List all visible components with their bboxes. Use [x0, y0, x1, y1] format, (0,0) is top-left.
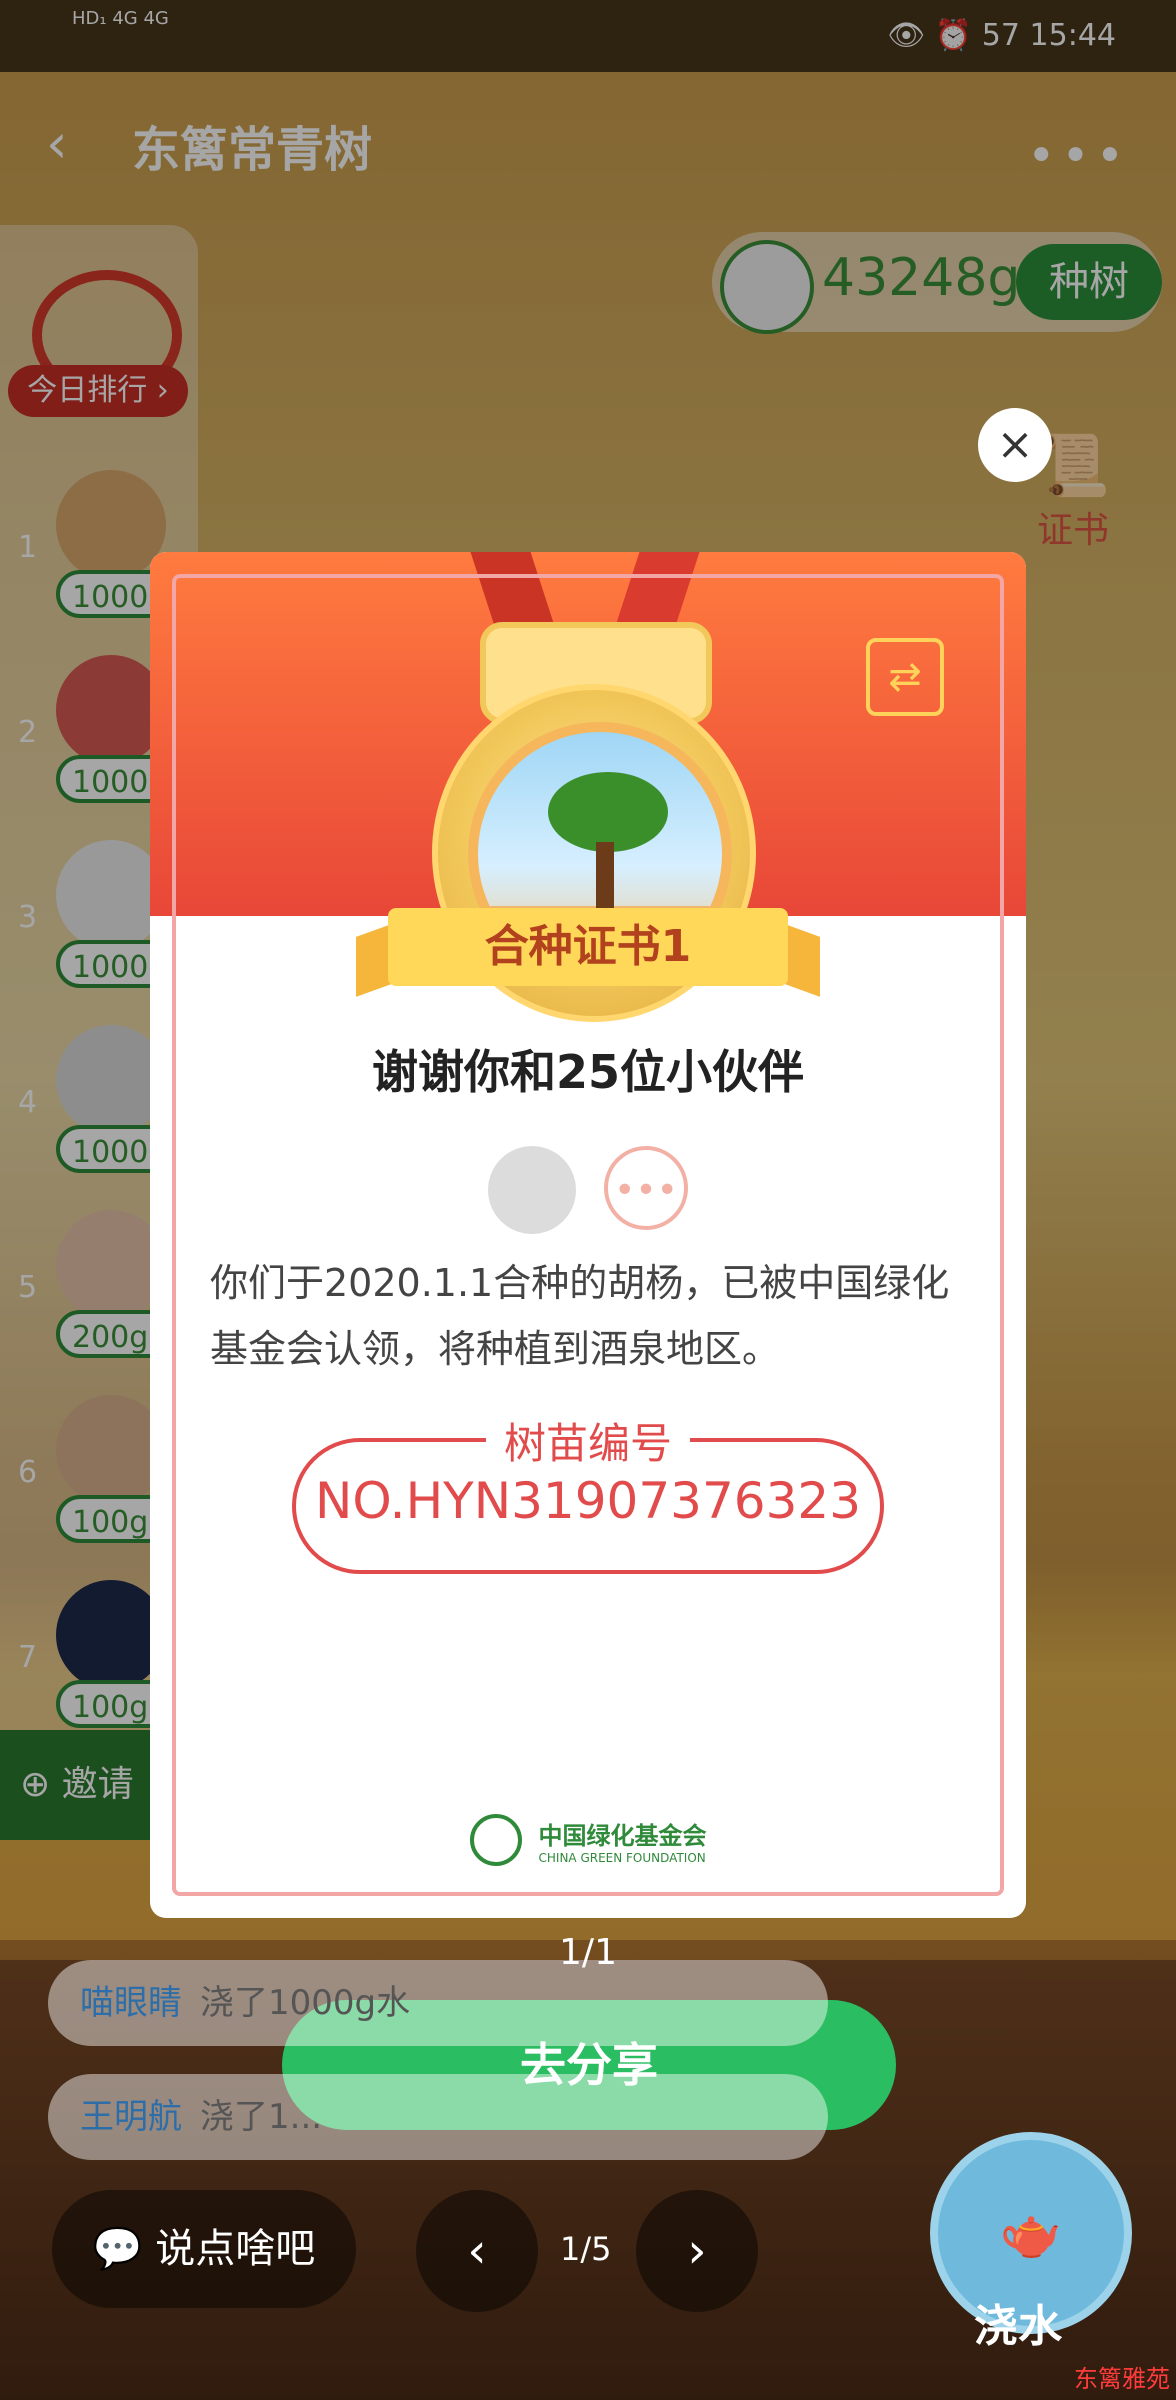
chat-placeholder: 说点啥吧: [155, 2226, 316, 2272]
message-user[interactable]: 王明航: [80, 2097, 182, 2137]
certificate-card: 合种证书1 ⇄ 谢谢你和25位小伙伴 ••• 你们于2020.1.1合种的胡杨，…: [150, 552, 1026, 1918]
partner-avatars: •••: [150, 1146, 1026, 1236]
watermark: 东篱雅苑: [1074, 2365, 1170, 2393]
tree-trunk: [596, 842, 614, 912]
message-text: 浇了1000g水: [200, 1983, 411, 2023]
chat-input-button[interactable]: 💬 说点啥吧: [52, 2190, 356, 2308]
message-text: 浇了1...: [200, 2097, 323, 2137]
tree-icon: [548, 772, 668, 852]
seedling-code: NO.HYN31907376323: [314, 1472, 862, 1530]
switch-icon[interactable]: ⇄: [866, 638, 944, 716]
water-button-label: 浇水: [974, 2301, 1062, 2352]
prev-page-button[interactable]: ‹: [416, 2190, 538, 2312]
foundation-text: 中国绿化基金会 CHINA GREEN FOUNDATION: [539, 1816, 707, 1865]
foundation-name-en: CHINA GREEN FOUNDATION: [538, 1850, 706, 1865]
foundation-name-cn: 中国绿化基金会: [538, 1821, 707, 1850]
page-indicator: 1/5: [560, 2230, 612, 2268]
message-user[interactable]: 喵眼睛: [80, 1983, 182, 2023]
foundation-icon: [469, 1814, 522, 1866]
list-item: 王明航 浇了1...: [48, 2074, 828, 2160]
avatar[interactable]: [488, 1146, 576, 1234]
close-icon[interactable]: ×: [978, 408, 1052, 482]
certificate-description: 你们于2020.1.1合种的胡杨，已被中国绿化基金会认领，将种植到酒泉地区。: [210, 1261, 950, 1371]
seedling-code-label: 树苗编号: [150, 1410, 1026, 1471]
thanks-heading: 谢谢你和25位小伙伴: [371, 1045, 804, 1099]
more-partners-icon[interactable]: •••: [604, 1146, 688, 1230]
next-page-button[interactable]: ›: [636, 2190, 758, 2312]
list-item: 喵眼睛 浇了1000g水: [48, 1960, 828, 2046]
seedling-code-label-text: 树苗编号: [485, 1419, 690, 1468]
chat-icon: 💬: [92, 2226, 156, 2272]
certificate-title: 合种证书1: [388, 908, 788, 986]
foundation-logo: 中国绿化基金会 CHINA GREEN FOUNDATION: [150, 1814, 1026, 1866]
